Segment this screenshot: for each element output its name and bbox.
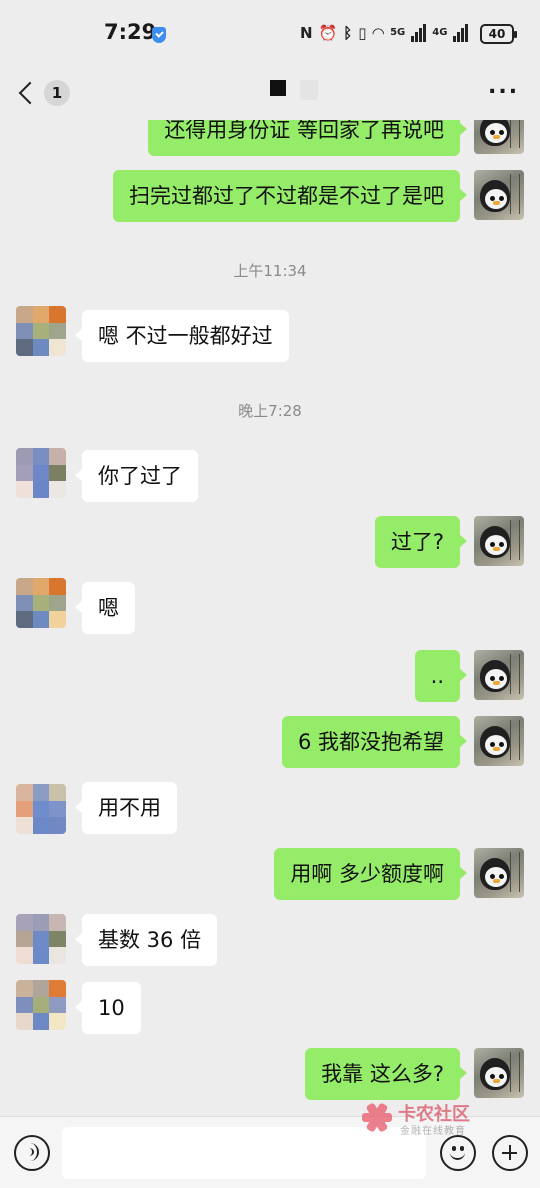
contact-avatar[interactable] <box>16 306 66 356</box>
chat-header: 1 ... <box>0 66 540 120</box>
nfc-icon: N <box>300 24 313 42</box>
watermark-icon <box>362 1102 392 1133</box>
message-bubble-outgoing[interactable]: 6 我都没抱希望 <box>281 716 468 768</box>
timestamp: 上午11:34 <box>233 262 307 280</box>
chat-title <box>270 80 286 96</box>
message-bubble-outgoing[interactable]: 我靠 这么多? <box>305 1048 467 1100</box>
vibrate-icon: ▯ <box>358 24 367 42</box>
more-icon[interactable]: ... <box>488 76 520 102</box>
message-bubble-incoming[interactable]: 嗯 不过一般都好过 <box>75 310 289 362</box>
message-bubble-outgoing[interactable]: 过了? <box>374 516 468 568</box>
message-bubble-incoming[interactable]: 用不用 <box>75 782 177 834</box>
my-avatar[interactable] <box>474 716 524 766</box>
message-bubble-incoming[interactable]: 你了过了 <box>75 450 198 502</box>
watermark-logo: 卡农社区 金融在线教育 <box>360 1098 490 1138</box>
my-avatar[interactable] <box>474 848 524 898</box>
contact-avatar[interactable] <box>16 784 66 834</box>
alarm-icon: ⏰ <box>318 24 338 42</box>
timestamp: 晚上7:28 <box>238 402 302 420</box>
signal-icon <box>453 24 469 42</box>
battery-icon: 40 <box>480 24 517 44</box>
status-bar: 7:29 N ⏰ ᛒ ▯ ◠ 5G 4G 40 <box>0 0 540 66</box>
back-button[interactable]: 1 <box>14 76 70 110</box>
contact-avatar[interactable] <box>16 578 66 628</box>
network-4g-label: 4G <box>432 27 448 38</box>
message-bubble-outgoing[interactable]: 扫完过都过了不过都是不过了是吧 <box>113 170 467 222</box>
verified-shield-icon <box>152 27 166 43</box>
my-avatar[interactable] <box>474 516 524 566</box>
message-bubble-outgoing[interactable]: 用啊 多少额度啊 <box>274 848 467 900</box>
message-bubble-incoming[interactable]: 10 <box>75 982 141 1034</box>
chat-title-status <box>300 80 318 100</box>
my-avatar[interactable] <box>474 1048 524 1098</box>
message-bubble-incoming[interactable]: 基数 36 倍 <box>74 914 218 966</box>
signal-icon <box>411 24 427 42</box>
voice-icon[interactable] <box>14 1135 50 1171</box>
message-bubble-incoming[interactable]: 嗯 <box>75 582 135 634</box>
message-bubble-outgoing[interactable]: .. <box>414 650 468 702</box>
bluetooth-icon: ᛒ <box>343 24 353 42</box>
my-avatar[interactable] <box>474 170 524 220</box>
contact-avatar[interactable] <box>16 980 66 1030</box>
plus-icon[interactable] <box>492 1135 528 1171</box>
contact-avatar[interactable] <box>16 914 66 964</box>
my-avatar[interactable] <box>474 650 524 700</box>
back-chevron-icon <box>18 81 42 105</box>
network-5g-label: 5G <box>390 27 406 38</box>
watermark-subtitle: 金融在线教育 <box>400 1126 466 1137</box>
wifi-icon: ◠ <box>372 24 385 42</box>
message-list[interactable]: 还得用身份证 等回家了再说吧 扫完过都过了不过都是不过了是吧 上午11:34 嗯… <box>0 0 540 1116</box>
contact-avatar[interactable] <box>16 448 66 498</box>
status-icons: N ⏰ ᛒ ▯ ◠ 5G 4G <box>300 22 469 44</box>
unread-count-badge: 1 <box>44 80 70 106</box>
status-time: 7:29 <box>104 20 157 44</box>
emoji-icon[interactable] <box>440 1135 476 1171</box>
